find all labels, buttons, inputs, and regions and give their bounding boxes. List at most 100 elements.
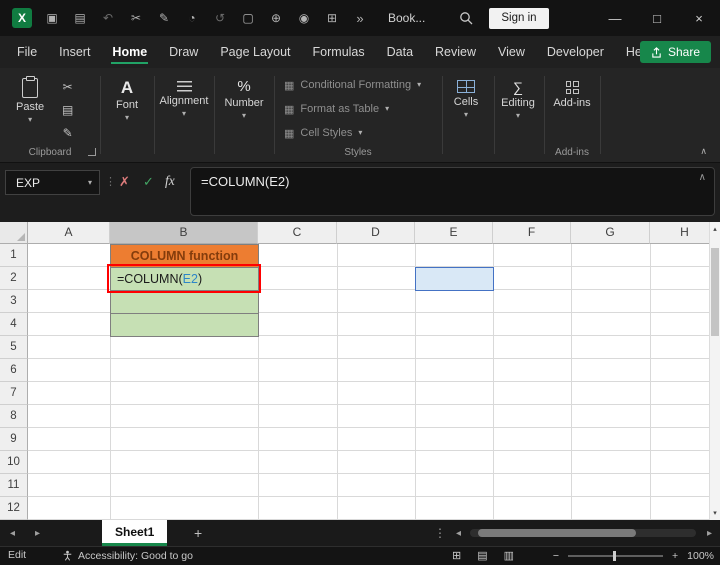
- row-header-2[interactable]: 2: [0, 267, 28, 290]
- normal-view-button[interactable]: ⊞: [452, 549, 461, 562]
- cell-e2-referenced[interactable]: [415, 267, 494, 291]
- search-icon[interactable]: [459, 11, 473, 25]
- scroll-up-icon[interactable]: ▴: [710, 225, 720, 233]
- tab-review[interactable]: Review: [424, 36, 487, 68]
- zoom-slider[interactable]: [568, 550, 663, 561]
- cell-b4[interactable]: [110, 313, 259, 337]
- name-box[interactable]: EXP ▾: [5, 170, 100, 195]
- number-group-button[interactable]: % Number ▾: [218, 79, 270, 120]
- zoom-slider-handle[interactable]: [613, 550, 616, 561]
- format-painter-icon[interactable]: ✎: [150, 11, 178, 25]
- close-button[interactable]: ×: [678, 0, 720, 36]
- document-icon[interactable]: ▢: [234, 11, 262, 25]
- column-header-d[interactable]: D: [337, 222, 415, 244]
- tab-formulas[interactable]: Formulas: [302, 36, 376, 68]
- zoom-in-button[interactable]: +: [672, 550, 678, 562]
- cut-icon[interactable]: ✂: [122, 11, 150, 25]
- previous-sheet-icon[interactable]: ◂: [10, 528, 15, 539]
- scroll-down-icon[interactable]: ▾: [710, 509, 720, 517]
- tab-draw[interactable]: Draw: [158, 36, 209, 68]
- column-header-b[interactable]: B: [110, 222, 258, 244]
- tab-view[interactable]: View: [487, 36, 536, 68]
- ribbon-collapse-icon[interactable]: ∧: [700, 146, 707, 157]
- tab-page-layout[interactable]: Page Layout: [209, 36, 301, 68]
- paste-clipboard-icon: [22, 75, 39, 98]
- row-header-3[interactable]: 3: [0, 290, 28, 313]
- row-header-11[interactable]: 11: [0, 474, 28, 497]
- name-box-dropdown-icon[interactable]: ▾: [88, 178, 92, 187]
- tab-data[interactable]: Data: [376, 36, 424, 68]
- row-header-5[interactable]: 5: [0, 336, 28, 359]
- minimize-button[interactable]: —: [594, 0, 636, 36]
- row-header-1[interactable]: 1: [0, 244, 28, 267]
- document-title[interactable]: Book...: [388, 11, 425, 25]
- row-header-10[interactable]: 10: [0, 451, 28, 474]
- quick-access-toolbar: ▣ ▤ ↶ ✂ ✎ ◔ ↺ ▢ ⊕ ◉ ⊞ »: [38, 11, 374, 26]
- page-break-view-button[interactable]: ▥: [504, 549, 514, 562]
- insert-icon[interactable]: ⊕: [262, 11, 290, 25]
- tab-home[interactable]: Home: [101, 36, 158, 68]
- insert-function-icon[interactable]: fx: [165, 173, 175, 189]
- enter-icon[interactable]: ✓: [143, 174, 154, 190]
- paste-button[interactable]: Paste ▾: [16, 75, 44, 124]
- column-header-e[interactable]: E: [415, 222, 493, 244]
- tab-file[interactable]: File: [6, 36, 48, 68]
- scroll-left-icon[interactable]: ◂: [456, 520, 461, 546]
- camera-icon[interactable]: ◉: [290, 11, 318, 25]
- clipboard-icon[interactable]: ▤: [66, 11, 94, 25]
- row-header-4[interactable]: 4: [0, 313, 28, 336]
- font-group-button[interactable]: A Font ▾: [104, 79, 150, 122]
- clipboard-group-label: Clipboard: [28, 147, 72, 158]
- row-header-9[interactable]: 9: [0, 428, 28, 451]
- table-icon[interactable]: ⊞: [318, 11, 346, 25]
- column-header-f[interactable]: F: [493, 222, 571, 244]
- cells-group-button[interactable]: Cells ▾: [445, 80, 487, 119]
- share-button[interactable]: Share: [639, 41, 711, 63]
- format-as-table-button[interactable]: ▦ Format as Table ▾: [284, 97, 442, 121]
- row-header-8[interactable]: 8: [0, 405, 28, 428]
- cut-button[interactable]: ✂: [63, 80, 73, 94]
- save-icon[interactable]: ▣: [38, 11, 66, 25]
- sign-in-button[interactable]: Sign in: [489, 7, 549, 29]
- formula-bar-collapse-icon[interactable]: ∧: [699, 172, 706, 183]
- editing-label: Editing: [501, 97, 535, 109]
- vertical-scrollbar[interactable]: ▴ ▾: [709, 222, 720, 520]
- clipboard-dialog-launcher-icon[interactable]: [88, 148, 96, 156]
- cell-b3[interactable]: [110, 290, 259, 314]
- add-ins-button[interactable]: Add-ins: [546, 81, 598, 109]
- tab-developer[interactable]: Developer: [536, 36, 615, 68]
- zoom-out-button[interactable]: −: [553, 550, 559, 562]
- copy-button[interactable]: ▤: [62, 103, 73, 117]
- accessibility-status[interactable]: Accessibility: Good to go: [62, 547, 193, 564]
- vertical-scrollbar-thumb[interactable]: [711, 248, 719, 336]
- tab-insert[interactable]: Insert: [48, 36, 101, 68]
- select-all-corner[interactable]: [0, 222, 28, 244]
- format-painter-button[interactable]: ✎: [63, 126, 73, 140]
- refresh-icon[interactable]: ↺: [206, 11, 234, 25]
- column-header-g[interactable]: G: [571, 222, 650, 244]
- gauge-icon[interactable]: ◔: [178, 11, 206, 25]
- conditional-formatting-button[interactable]: ▦ Conditional Formatting ▾: [284, 73, 442, 97]
- maximize-button[interactable]: □: [636, 0, 678, 36]
- sheet-options-icon[interactable]: ⋮: [434, 520, 446, 546]
- column-header-a[interactable]: A: [28, 222, 110, 244]
- row-header-7[interactable]: 7: [0, 382, 28, 405]
- next-sheet-icon[interactable]: ▸: [35, 528, 40, 539]
- horizontal-scrollbar-thumb[interactable]: [478, 529, 636, 537]
- scroll-right-icon[interactable]: ▸: [707, 520, 712, 546]
- column-header-c[interactable]: C: [258, 222, 337, 244]
- cancel-icon[interactable]: ✗: [119, 174, 130, 190]
- row-header-6[interactable]: 6: [0, 359, 28, 382]
- cell-styles-button[interactable]: ▦ Cell Styles ▾: [284, 121, 442, 145]
- page-layout-view-button[interactable]: ▤: [477, 549, 487, 562]
- excel-logo-icon[interactable]: X: [12, 8, 32, 28]
- row-header-12[interactable]: 12: [0, 497, 28, 520]
- sheet-tab-sheet1[interactable]: Sheet1: [102, 520, 168, 546]
- formula-input[interactable]: =COLUMN(E2): [190, 167, 715, 216]
- editing-group-button[interactable]: ∑ Editing ▾: [494, 80, 542, 120]
- zoom-level[interactable]: 100%: [687, 550, 714, 562]
- alignment-group-button[interactable]: Alignment ▾: [157, 81, 211, 118]
- toolbar-overflow-icon[interactable]: »: [346, 11, 374, 26]
- add-sheet-button[interactable]: +: [194, 520, 202, 546]
- undo-icon[interactable]: ↶: [94, 11, 122, 25]
